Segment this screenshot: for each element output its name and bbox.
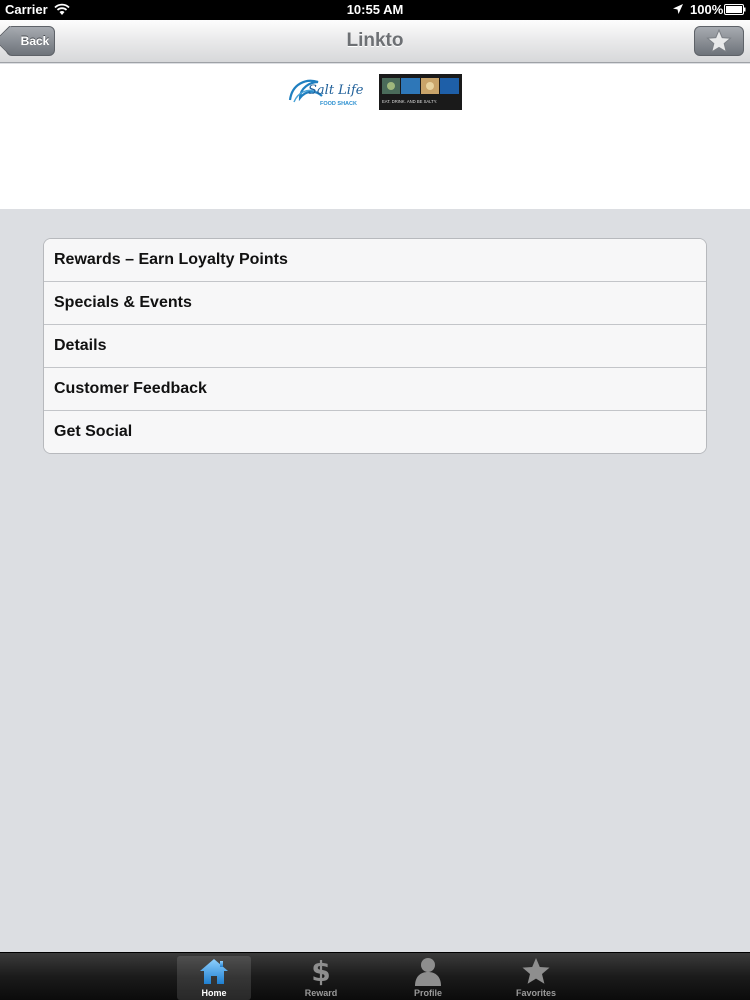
logo-brand-text: Salt Life bbox=[308, 83, 364, 98]
location-arrow-icon bbox=[673, 4, 683, 14]
tab-label: Profile bbox=[413, 988, 442, 998]
navigation-bar: Back Linkto bbox=[0, 20, 750, 63]
menu-item-label: Rewards – Earn Loyalty Points bbox=[54, 251, 288, 268]
profile-icon bbox=[415, 958, 441, 986]
tab-bar: Home $ Reward Profile Favorites bbox=[0, 952, 750, 1000]
tab-reward[interactable]: $ Reward bbox=[284, 956, 358, 1000]
star-icon bbox=[706, 29, 732, 53]
tab-label: Reward bbox=[304, 988, 338, 998]
tab-home[interactable]: Home bbox=[177, 956, 251, 1000]
logo-tagline-text: EAT. DRINK. AND BE SALTY. bbox=[382, 99, 437, 104]
menu-item-label: Customer Feedback bbox=[54, 380, 207, 397]
dollar-icon: $ bbox=[311, 956, 330, 986]
menu-item-customer-feedback[interactable]: Customer Feedback bbox=[44, 368, 706, 411]
favorite-button[interactable] bbox=[694, 26, 744, 56]
tab-label: Home bbox=[201, 988, 227, 998]
svg-text:$: $ bbox=[311, 956, 330, 986]
tab-profile[interactable]: Profile bbox=[391, 956, 465, 1000]
menu-item-get-social[interactable]: Get Social bbox=[44, 411, 706, 453]
header-banner: Salt Life FOOD SHACK EAT. DRINK. AND BE … bbox=[0, 64, 750, 209]
menu-item-details[interactable]: Details bbox=[44, 325, 706, 368]
status-bar: Carrier 10:55 AM 100% bbox=[0, 0, 750, 20]
home-icon bbox=[200, 959, 228, 984]
tab-favorites[interactable]: Favorites bbox=[499, 956, 573, 1000]
tab-label: Favorites bbox=[515, 988, 557, 998]
menu-item-rewards[interactable]: Rewards – Earn Loyalty Points bbox=[44, 239, 706, 282]
page-title: Linkto bbox=[346, 30, 404, 51]
menu-item-label: Specials & Events bbox=[54, 294, 192, 311]
status-time: 10:55 AM bbox=[346, 2, 404, 17]
logo-subtitle-text: FOOD SHACK bbox=[320, 101, 357, 107]
menu-item-specials-events[interactable]: Specials & Events bbox=[44, 282, 706, 325]
star-icon bbox=[522, 958, 550, 984]
menu-list: Rewards – Earn Loyalty Points Specials &… bbox=[43, 238, 707, 454]
menu-item-label: Details bbox=[54, 337, 107, 354]
menu-item-label: Get Social bbox=[54, 423, 133, 440]
battery-icon bbox=[724, 4, 746, 15]
salt-life-logo: Salt Life FOOD SHACK EAT. DRINK. AND BE … bbox=[288, 74, 462, 110]
battery-percent: 100% bbox=[690, 2, 724, 17]
